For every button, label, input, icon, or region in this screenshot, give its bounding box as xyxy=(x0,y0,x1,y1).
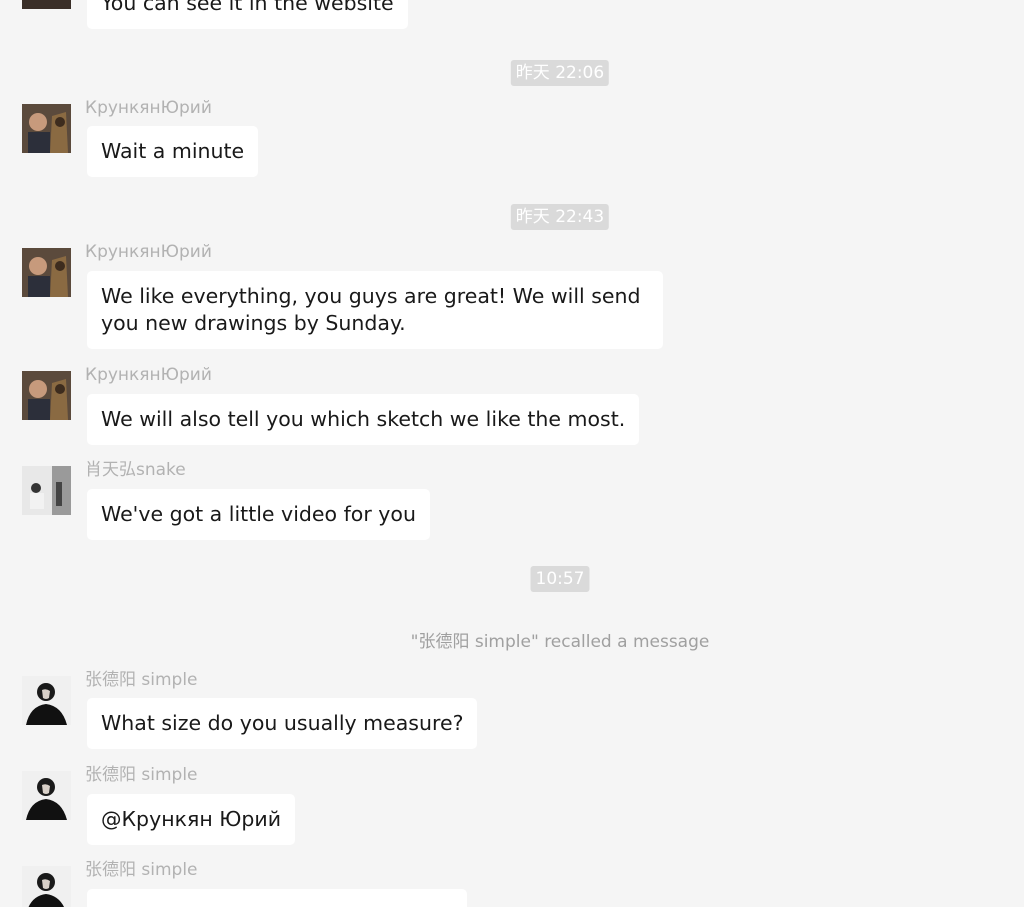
timestamp-badge: 10:57 xyxy=(530,566,590,592)
system-notice: "张德阳 simple" recalled a message xyxy=(410,632,710,652)
sender-name: КрункянЮрий xyxy=(85,98,212,118)
avatar[interactable] xyxy=(22,676,71,725)
avatar[interactable] xyxy=(22,0,71,9)
message-bubble[interactable]: We've got a little video for you xyxy=(87,489,430,540)
avatar[interactable] xyxy=(22,866,71,907)
message-bubble[interactable] xyxy=(87,889,467,907)
avatar[interactable] xyxy=(22,771,71,820)
avatar[interactable] xyxy=(22,248,71,297)
message-bubble[interactable]: Wait a minute xyxy=(87,126,259,177)
message-text: Wait a minute xyxy=(101,139,245,163)
message-text: You can see it in the website xyxy=(101,0,394,15)
message-text: We like everything, you guys are great! … xyxy=(101,284,641,335)
message-text: @Крункян Юрий xyxy=(101,807,282,831)
sender-name: 张德阳 simple xyxy=(85,765,198,785)
sender-name: КрункянЮрий xyxy=(85,365,212,385)
sender-name: КрункянЮрий xyxy=(85,242,212,262)
avatar[interactable] xyxy=(22,371,71,420)
timestamp-badge: 昨天 22:43 xyxy=(510,204,610,230)
message-text: We've got a little video for you xyxy=(101,502,416,526)
message-bubble[interactable]: You can see it in the website xyxy=(87,0,408,29)
avatar[interactable] xyxy=(22,466,71,515)
chat-message-list[interactable]: You can see it in the website 昨天 22:06 К… xyxy=(0,0,1024,907)
message-bubble[interactable]: We like everything, you guys are great! … xyxy=(87,271,663,349)
sender-name: 肖天弘snake xyxy=(85,460,186,480)
sender-name: 张德阳 simple xyxy=(85,670,198,690)
message-text: What size do you usually measure? xyxy=(101,711,464,735)
message-text: We will also tell you which sketch we li… xyxy=(101,407,626,431)
avatar[interactable] xyxy=(22,104,71,153)
message-bubble[interactable]: @Крункян Юрий xyxy=(87,794,296,845)
message-bubble[interactable]: What size do you usually measure? xyxy=(87,698,478,749)
timestamp-badge: 昨天 22:06 xyxy=(510,60,610,86)
message-bubble[interactable]: We will also tell you which sketch we li… xyxy=(87,394,640,445)
sender-name: 张德阳 simple xyxy=(85,860,198,880)
